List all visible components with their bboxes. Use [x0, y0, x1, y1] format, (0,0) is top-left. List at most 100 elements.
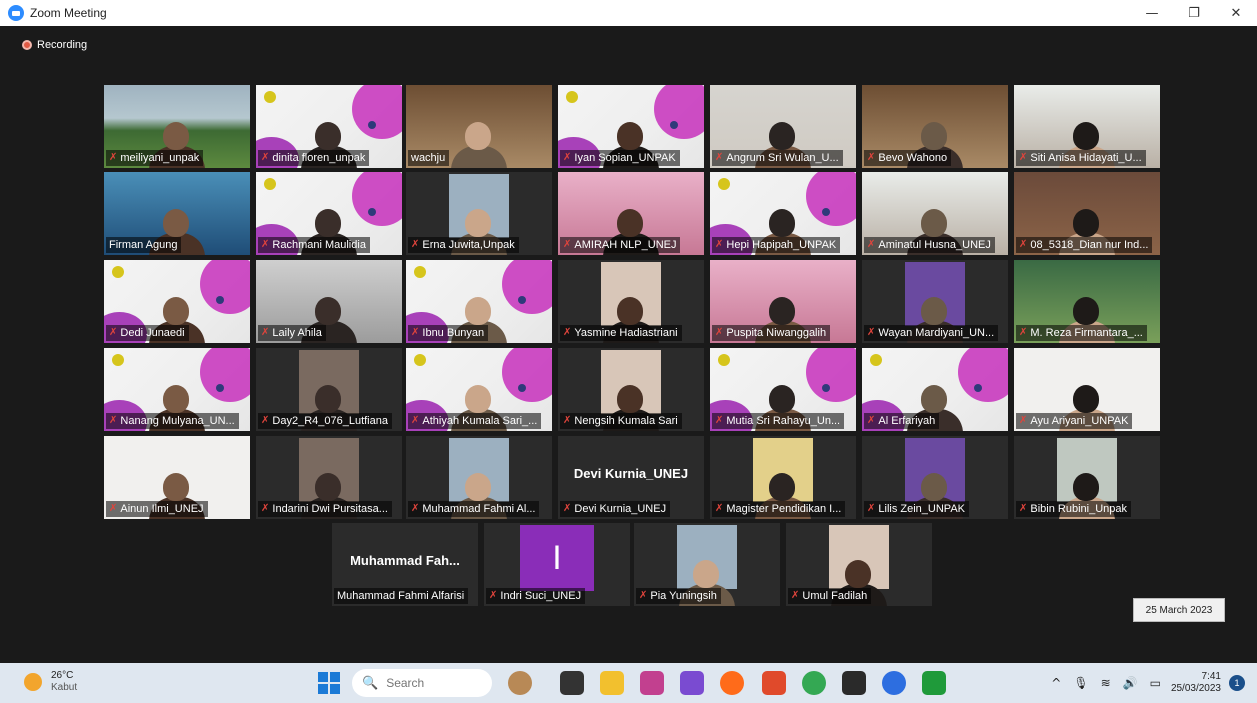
microphone-icon[interactable]: 🎙 — [1073, 676, 1088, 690]
participant-nameplate: ✗ Indri Suci_UNEJ — [486, 588, 586, 604]
weather-widget[interactable]: 26°C Kabut — [24, 670, 77, 694]
participant-name: Nengsih Kumala Sari — [574, 415, 678, 427]
participant-tile[interactable]: ✗ Umul Fadilah — [786, 523, 932, 606]
participant-nameplate: ✗ Erna Juwita,Unpak — [408, 237, 519, 253]
minimize-button[interactable]: — — [1131, 0, 1173, 26]
participant-tile[interactable]: ✗ Puspita Niwanggalih — [710, 260, 856, 343]
muted-mic-icon: ✗ — [109, 503, 118, 514]
participant-tile[interactable]: wachju — [406, 85, 552, 168]
participant-tile[interactable]: ✗ Day2_R4_076_Lutfiana — [256, 348, 402, 431]
participant-nameplate: ✗ Ibnu Bunyan — [408, 325, 489, 341]
participant-tile[interactable]: ✗ Pia Yuningsih — [634, 523, 780, 606]
participant-nameplate: ✗ Dedi Junaedi — [106, 325, 189, 341]
volume-icon[interactable]: 🔊 — [1123, 676, 1138, 690]
chrome-icon[interactable] — [802, 671, 826, 695]
participant-tile[interactable]: ✗ Muhammad Fahmi Al... — [406, 436, 552, 519]
chevron-up-icon[interactable]: ^ — [1051, 676, 1061, 690]
participant-tile[interactable]: ✗ Ayu Ariyani_UNPAK — [1014, 348, 1160, 431]
weather-desc: Kabut — [51, 682, 78, 693]
participant-tile[interactable]: ✗ Ibnu Bunyan — [406, 260, 552, 343]
muted-mic-icon: ✗ — [867, 152, 876, 163]
participant-nameplate: ✗ Umul Fadilah — [788, 588, 872, 604]
battery-icon[interactable]: ▭ — [1150, 676, 1161, 690]
file-explorer-icon[interactable] — [600, 671, 624, 695]
participant-nameplate: ✗ 08_5318_Dian nur Ind... — [1016, 237, 1153, 253]
search-input[interactable] — [386, 676, 487, 690]
start-button[interactable] — [318, 672, 340, 694]
system-tray: ^ 🎙 ≋ 🔊 ▭ 7:41 25/03/2023 1 — [1045, 663, 1257, 703]
participant-tile[interactable]: ✗ Aminatul Husna_UNEJ — [862, 172, 1008, 255]
close-button[interactable]: ✕ — [1215, 0, 1257, 26]
xbox-icon[interactable] — [922, 671, 946, 695]
participant-tile[interactable]: Firman Agung — [104, 172, 250, 255]
wifi-icon[interactable]: ≋ — [1101, 676, 1111, 690]
participant-initial-avatar: I — [520, 525, 594, 591]
muted-mic-icon: ✗ — [109, 152, 118, 163]
photos-icon[interactable] — [640, 671, 664, 695]
participant-tile[interactable]: I ✗ Indri Suci_UNEJ — [484, 523, 630, 606]
participant-tile[interactable]: ✗ Nanang Mulyana_UN... — [104, 348, 250, 431]
recording-indicator[interactable]: Recording — [22, 39, 87, 51]
zoom-icon[interactable] — [882, 671, 906, 695]
participant-name: AMIRAH NLP_UNEJ — [574, 239, 677, 251]
firefox-icon[interactable] — [720, 671, 744, 695]
title-bar: Zoom Meeting — ❐ ✕ — [0, 0, 1257, 26]
participant-tile[interactable]: ✗ Angrum Sri Wulan_U... — [710, 85, 856, 168]
participant-tile[interactable]: ✗ Bevo Wahono — [862, 85, 1008, 168]
taskview-icon[interactable] — [560, 671, 584, 695]
participant-name: M. Reza Firmantara_... — [1030, 327, 1143, 339]
muted-mic-icon: ✗ — [563, 503, 572, 514]
participant-tile[interactable]: ✗ Wayan Mardiyani_UN... — [862, 260, 1008, 343]
participant-tile[interactable]: ✗ Iyan Sopian_UNPAK — [558, 85, 704, 168]
muted-mic-icon: ✗ — [261, 327, 270, 338]
muted-mic-icon: ✗ — [1019, 503, 1028, 514]
participant-tile[interactable]: ✗ Al Erfariyah — [862, 348, 1008, 431]
participant-tile[interactable]: ✗ Hepi Hapipah_UNPAK — [710, 172, 856, 255]
participant-tile[interactable]: ✗ Bibin Rubini_Unpak — [1014, 436, 1160, 519]
participant-tile[interactable]: ✗ Ainun Ilmi_UNEJ — [104, 436, 250, 519]
participant-tile[interactable]: Muhammad Fah... Muhammad Fahmi Alfarisi — [332, 523, 478, 606]
taskbar-search[interactable]: 🔍 — [352, 669, 492, 697]
muted-mic-icon: ✗ — [261, 415, 270, 426]
participant-name: wachju — [411, 152, 446, 164]
participant-nameplate: Muhammad Fahmi Alfarisi — [334, 588, 469, 604]
taskbar: 26°C Kabut 🔍 ^ 🎙 ≋ 🔊 ▭ 7:41 25/03/2023 1 — [0, 663, 1257, 703]
participant-tile[interactable]: ✗ Mutia Sri Rahayu_Un... — [710, 348, 856, 431]
participant-name: Ibnu Bunyan — [422, 327, 485, 339]
store-icon[interactable] — [842, 671, 866, 695]
participant-tile[interactable]: ✗ Siti Anisa Hidayati_U... — [1014, 85, 1160, 168]
restore-button[interactable]: ❐ — [1173, 0, 1215, 26]
participant-tile[interactable]: ✗ Indarini Dwi Pursitasa... — [256, 436, 402, 519]
muted-mic-icon: ✗ — [261, 239, 270, 250]
participant-tile[interactable]: ✗ AMIRAH NLP_UNEJ — [558, 172, 704, 255]
participant-name: Bevo Wahono — [878, 152, 948, 164]
muted-mic-icon: ✗ — [1019, 327, 1028, 338]
participant-tile[interactable]: ✗ 08_5318_Dian nur Ind... — [1014, 172, 1160, 255]
participant-tile[interactable]: ✗ Nengsih Kumala Sari — [558, 348, 704, 431]
participant-name: Ainun Ilmi_UNEJ — [120, 503, 204, 515]
participant-tile[interactable]: ✗ Dedi Junaedi — [104, 260, 250, 343]
shell-icon[interactable] — [508, 671, 532, 695]
participant-tile[interactable]: ✗ Yasmine Hadiastriani — [558, 260, 704, 343]
participant-tile[interactable]: ✗ Magister Pendidikan I... — [710, 436, 856, 519]
participant-nameplate: ✗ M. Reza Firmantara_... — [1016, 325, 1147, 341]
participant-name: Firman Agung — [109, 239, 178, 251]
clock[interactable]: 7:41 25/03/2023 — [1171, 671, 1221, 695]
participant-nameplate: ✗ Ayu Ariyani_UNPAK — [1016, 413, 1133, 429]
participant-tile[interactable]: ✗ Athiyah Kumala Sari_... — [406, 348, 552, 431]
participant-tile[interactable]: ✗ Erna Juwita,Unpak — [406, 172, 552, 255]
participant-tile[interactable]: ✗ meiliyani_unpak — [104, 85, 250, 168]
snip-icon[interactable] — [762, 671, 786, 695]
muted-mic-icon: ✗ — [563, 415, 572, 426]
participant-tile[interactable]: ✗ Rachmani Maulidia — [256, 172, 402, 255]
participant-tile[interactable]: Devi Kurnia_UNEJ ✗ Devi Kurnia_UNEJ — [558, 436, 704, 519]
participant-tile[interactable]: ✗ Lilis Zein_UNPAK — [862, 436, 1008, 519]
notification-badge[interactable]: 1 — [1229, 675, 1245, 691]
window-title: Zoom Meeting — [30, 6, 107, 20]
muted-mic-icon: ✗ — [791, 590, 800, 601]
collab-icon[interactable] — [680, 671, 704, 695]
participant-tile[interactable]: ✗ dinita floren_unpak — [256, 85, 402, 168]
participant-tile[interactable]: ✗ M. Reza Firmantara_... — [1014, 260, 1160, 343]
participant-tile[interactable]: ✗ Laily Ahila — [256, 260, 402, 343]
participant-nameplate: ✗ Athiyah Kumala Sari_... — [408, 413, 542, 429]
